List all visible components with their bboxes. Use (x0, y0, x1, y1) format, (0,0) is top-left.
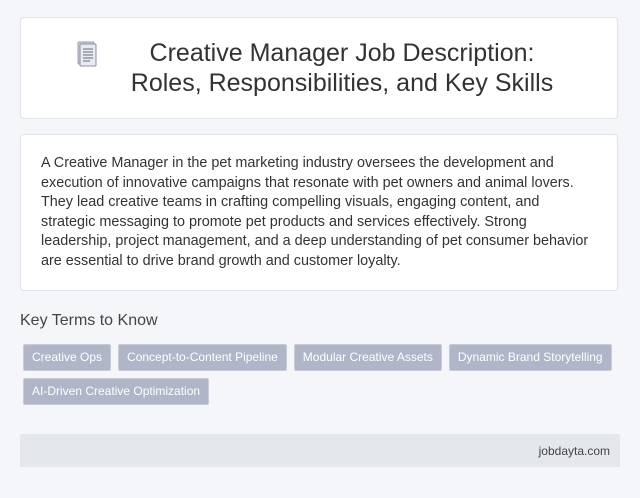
term-tag-modular-creative-assets[interactable]: Modular Creative Assets (293, 344, 442, 371)
term-tag-dynamic-brand-storytelling[interactable]: Dynamic Brand Storytelling (448, 344, 612, 371)
key-terms-heading: Key Terms to Know (20, 312, 158, 329)
term-tag-concept-to-content-pipeline[interactable]: Concept-to-Content Pipeline (118, 344, 287, 371)
term-tag-creative-ops[interactable]: Creative Ops (23, 344, 112, 371)
description-text: A Creative Manager in the pet marketing … (41, 155, 589, 269)
page-title: Creative Manager Job Description: Roles,… (130, 39, 554, 97)
document-icon (76, 41, 98, 67)
header-inner: Creative Manager Job Description: Roles,… (76, 38, 562, 98)
footer-site-link[interactable]: jobdayta.com (539, 444, 610, 458)
term-tag-ai-driven-creative-optimization[interactable]: AI-Driven Creative Optimization (23, 378, 210, 405)
footer: jobdayta.com (20, 434, 620, 467)
key-terms-list: Creative Ops Concept-to-Content Pipeline… (23, 344, 613, 405)
header-card: Creative Manager Job Description: Roles,… (20, 17, 618, 119)
description-card: A Creative Manager in the pet marketing … (20, 134, 618, 291)
